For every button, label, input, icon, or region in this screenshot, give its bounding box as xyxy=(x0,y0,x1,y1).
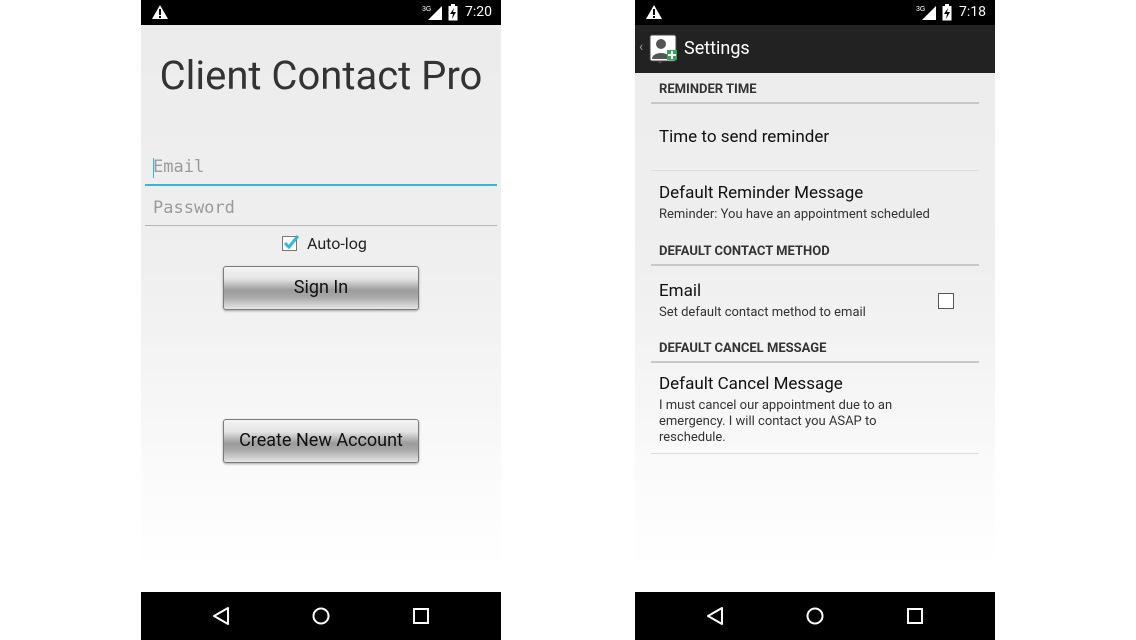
section-header-default-cancel-message: DEFAULT CANCEL MESSAGE xyxy=(651,340,979,363)
back-icon[interactable] xyxy=(703,604,727,628)
action-bar: ‹ Settings xyxy=(635,25,995,73)
navigation-bar xyxy=(141,592,501,640)
pref-title: Default Reminder Message xyxy=(659,183,864,203)
pref-title: Default Cancel Message xyxy=(659,374,843,394)
email-checkbox[interactable] xyxy=(938,293,954,309)
text-cursor xyxy=(153,158,154,178)
warning-icon xyxy=(646,5,662,19)
sign-in-button[interactable]: Sign In xyxy=(223,266,419,310)
settings-title: Settings xyxy=(684,38,750,59)
recent-apps-icon[interactable] xyxy=(409,604,433,628)
pref-summary: I must cancel our appointment due to an … xyxy=(659,398,893,445)
login-content: Client Contact Pro Auto-log Sign In Crea… xyxy=(141,25,501,568)
svg-text:3G: 3G xyxy=(422,6,431,13)
pref-default-reminder-message[interactable]: Default Reminder Message Reminder: You h… xyxy=(651,171,979,250)
section-header-default-contact-method: DEFAULT CONTACT METHOD xyxy=(651,243,979,266)
up-caret-icon[interactable]: ‹ xyxy=(639,39,643,55)
status-bar: 3G 7:20 xyxy=(141,0,501,25)
signal-3g-icon: 3G xyxy=(916,6,936,20)
status-time: 7:18 xyxy=(959,4,986,20)
section-header-reminder-time: REMINDER TIME xyxy=(651,81,979,104)
app-contact-icon[interactable] xyxy=(649,34,679,64)
status-time: 7:20 xyxy=(465,4,492,20)
pref-summary: Reminder: You have an appointment schedu… xyxy=(659,207,930,222)
recent-apps-icon[interactable] xyxy=(903,604,927,628)
email-field[interactable] xyxy=(145,150,497,186)
signal-3g-icon: 3G xyxy=(422,6,442,20)
battery-charging-icon xyxy=(448,4,458,21)
pref-email-contact[interactable]: Email Set default contact method to emai… xyxy=(651,267,979,340)
battery-charging-icon xyxy=(942,4,952,21)
login-screen: 3G 7:20 Client Contact Pro Auto-log Sign… xyxy=(141,0,501,640)
home-icon[interactable] xyxy=(803,604,827,628)
settings-screen: 3G 7:18 ‹ Settings REMINDER TIME Time to… xyxy=(635,0,995,640)
pref-title: Time to send reminder xyxy=(659,127,830,147)
create-account-button[interactable]: Create New Account xyxy=(223,419,419,463)
password-field[interactable] xyxy=(145,190,497,226)
navigation-bar xyxy=(635,592,995,640)
pref-default-cancel-message[interactable]: Default Cancel Message I must cancel our… xyxy=(651,364,979,454)
autolog-label: Auto-log xyxy=(307,234,367,253)
svg-text:3G: 3G xyxy=(916,6,925,13)
app-title: Client Contact Pro xyxy=(159,52,483,99)
pref-title: Email xyxy=(659,281,702,301)
pref-summary: Set default contact method to email xyxy=(659,305,866,320)
pref-time-to-send-reminder[interactable]: Time to send reminder xyxy=(651,105,979,171)
home-icon[interactable] xyxy=(309,604,333,628)
warning-icon xyxy=(152,5,168,19)
back-icon[interactable] xyxy=(209,604,233,628)
settings-content: ‹ Settings REMINDER TIME Time to send re… xyxy=(635,25,995,568)
status-bar: 3G 7:18 xyxy=(635,0,995,25)
checkbox-checked-icon xyxy=(282,235,299,251)
